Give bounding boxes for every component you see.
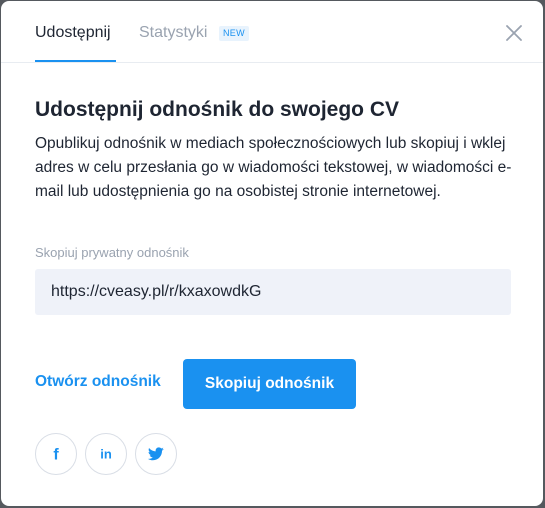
twitter-share-button[interactable] (135, 433, 177, 475)
twitter-icon (148, 447, 164, 461)
private-link-label: Skopiuj prywatny odnośnik (35, 245, 189, 260)
linkedin-icon: in (100, 447, 112, 462)
tab-bar: Udostępnij Statystyki NEW (1, 1, 543, 63)
tab-share[interactable]: Udostępnij (35, 23, 111, 43)
tab-statistics[interactable]: Statystyki (139, 23, 207, 43)
copy-link-button[interactable]: Skopiuj odnośnik (183, 359, 356, 409)
share-dialog: Udostępnij Statystyki NEW Udostępnij odn… (1, 1, 543, 506)
facebook-share-button[interactable]: f (35, 433, 77, 475)
dialog-description: Opublikuj odnośnik w mediach społecznośc… (35, 135, 512, 200)
new-badge: NEW (219, 26, 249, 41)
facebook-icon: f (53, 447, 59, 463)
dialog-title: Udostępnij odnośnik do swojego CV (35, 98, 400, 121)
private-link-field[interactable] (35, 269, 511, 315)
svg-text:in: in (100, 447, 112, 462)
linkedin-share-button[interactable]: in (85, 433, 127, 475)
close-icon[interactable] (504, 23, 524, 43)
open-link-button[interactable]: Otwórz odnośnik (35, 373, 161, 391)
svg-text:f: f (53, 447, 59, 463)
active-tab-indicator (35, 60, 116, 62)
